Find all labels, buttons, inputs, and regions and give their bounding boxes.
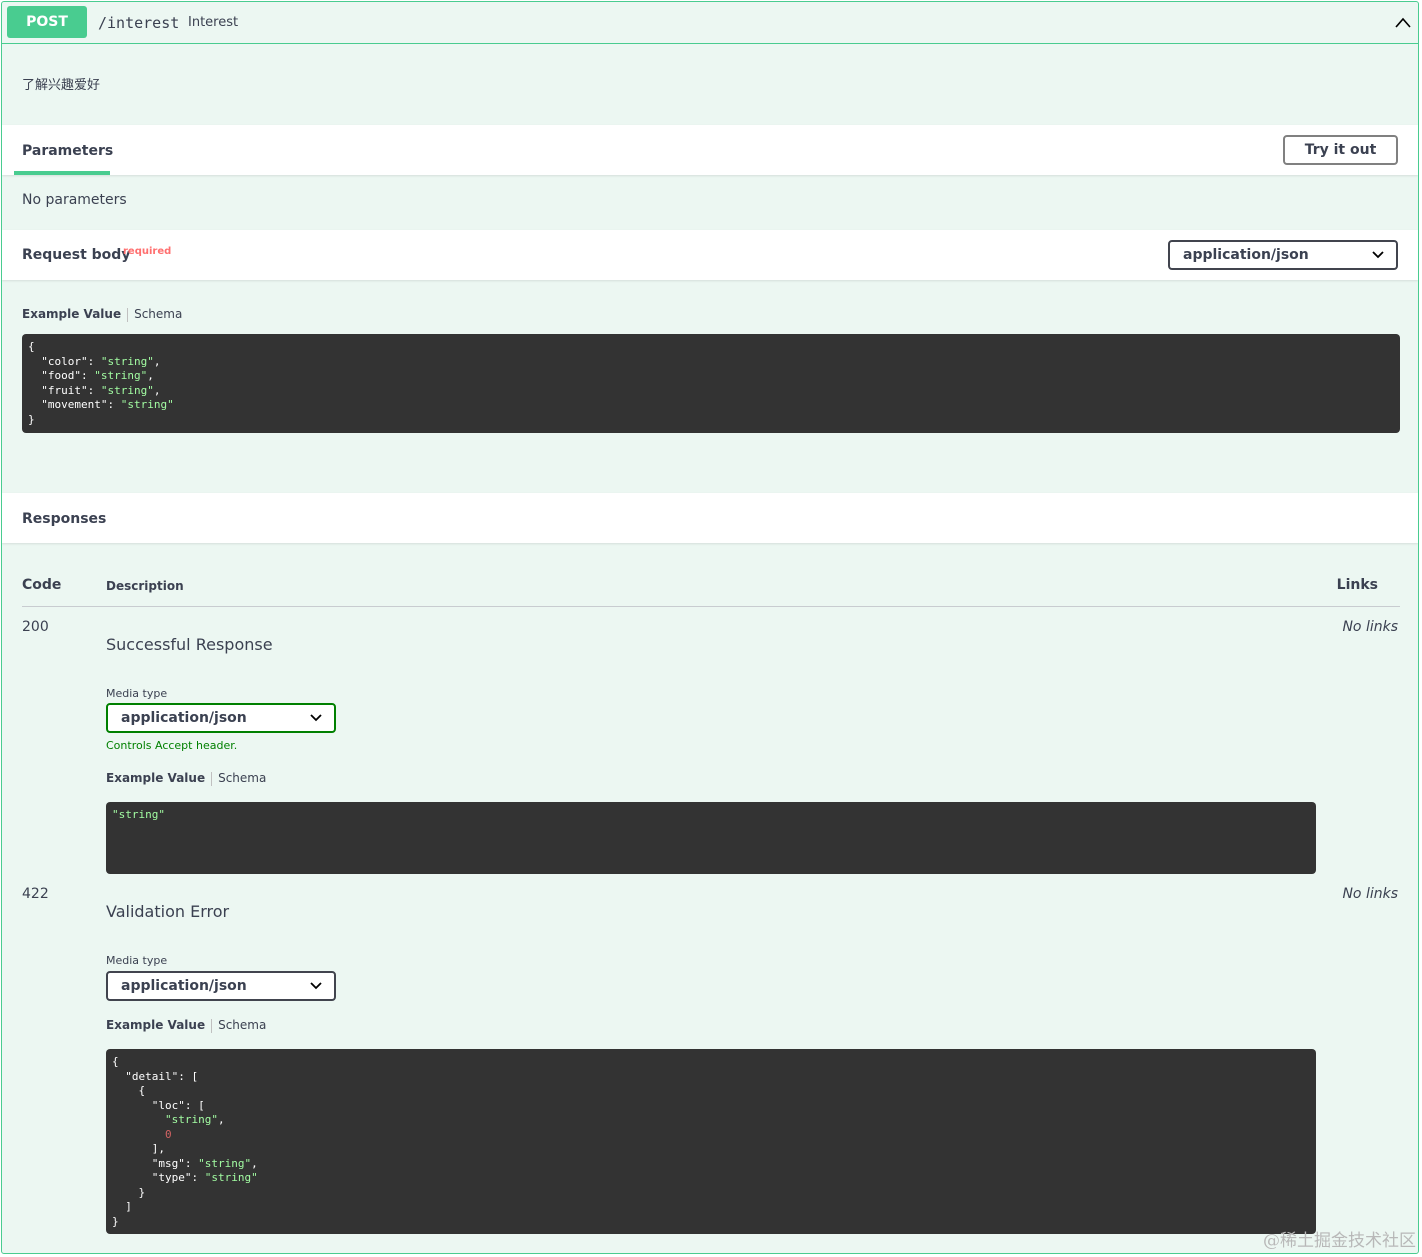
response-media-type-value-200: application/json	[121, 710, 247, 726]
chevron-up-icon[interactable]	[1394, 14, 1412, 32]
response-code-200: 200	[22, 619, 49, 635]
response-example-code-422: { "detail": [ { "loc": [ "string", 0 ], …	[106, 1049, 1316, 1234]
watermark: @稀土掘金技术社区	[1263, 1231, 1416, 1251]
chevron-down-icon	[310, 714, 322, 722]
response-description-422: Validation Error	[106, 902, 230, 921]
operation-block: POST /interest Interest 了解兴趣爱好 Parameter…	[1, 1, 1419, 1254]
code-line-food: "food": "string",	[28, 369, 154, 382]
schema-tab[interactable]: Schema	[218, 771, 266, 785]
response-description-200: Successful Response	[106, 635, 273, 654]
schema-tab[interactable]: Schema	[134, 307, 182, 321]
no-parameters-text: No parameters	[22, 192, 127, 208]
request-example-tabs: Example Value Schema	[22, 307, 182, 322]
response-links-422: No links	[1342, 886, 1398, 902]
request-body-header: Request body required application/json	[2, 230, 1418, 280]
responses-title: Responses	[22, 511, 107, 527]
tab-divider	[211, 1018, 213, 1033]
request-example-code: { "color": "string", "food": "string", "…	[22, 334, 1400, 433]
response-example-tabs-200: Example Value Schema	[106, 771, 266, 786]
example-value-tab[interactable]: Example Value	[106, 771, 205, 785]
response-code-422: 422	[22, 886, 49, 902]
operation-description: 了解兴趣爱好	[22, 78, 101, 93]
code-line-movement: "movement": "string"	[28, 398, 174, 411]
chevron-down-icon	[310, 982, 322, 990]
tab-divider	[211, 771, 213, 786]
media-type-label-422: Media type	[106, 954, 168, 967]
active-tab-indicator	[14, 171, 110, 175]
try-it-out-button[interactable]: Try it out	[1283, 135, 1398, 165]
chevron-down-icon	[1372, 251, 1384, 259]
code-line-fruit: "fruit": "string",	[28, 383, 161, 397]
response-media-type-value-422: application/json	[121, 978, 247, 994]
description-column-header: Description	[106, 579, 184, 593]
request-content-type-value: application/json	[1183, 247, 1309, 263]
code-column-header: Code	[22, 577, 62, 593]
request-body-title: Request body	[22, 247, 131, 263]
example-value-tab[interactable]: Example Value	[106, 1018, 205, 1032]
response-links-200: No links	[1342, 619, 1398, 635]
table-header-divider	[22, 606, 1400, 607]
endpoint-summary: Interest	[188, 15, 239, 30]
response-example-tabs-422: Example Value Schema	[106, 1018, 266, 1033]
example-value-tab[interactable]: Example Value	[22, 307, 121, 321]
code-brace-open: {	[28, 340, 35, 353]
parameters-header: Parameters Try it out	[2, 125, 1418, 175]
media-type-label-200: Media type	[106, 687, 168, 700]
method-badge: POST	[7, 6, 87, 38]
endpoint-path: /interest	[98, 14, 180, 32]
required-marker: required	[123, 246, 172, 257]
code-line-color: "color": "string",	[28, 354, 161, 368]
code-brace-close: }	[28, 412, 35, 426]
responses-header: Responses	[2, 493, 1418, 543]
tab-divider	[127, 307, 129, 322]
parameters-tab[interactable]: Parameters	[22, 143, 113, 159]
response-example-code-200: "string"	[106, 802, 1316, 874]
links-column-header: Links	[1336, 577, 1378, 593]
operation-summary[interactable]: POST /interest Interest	[2, 2, 1418, 44]
response-media-type-select-422[interactable]: application/json	[106, 971, 336, 1001]
schema-tab[interactable]: Schema	[218, 1018, 266, 1032]
controls-accept-header-text: Controls Accept header.	[106, 739, 238, 752]
request-content-type-select[interactable]: application/json	[1168, 240, 1398, 270]
response-media-type-select-200[interactable]: application/json	[106, 703, 336, 733]
